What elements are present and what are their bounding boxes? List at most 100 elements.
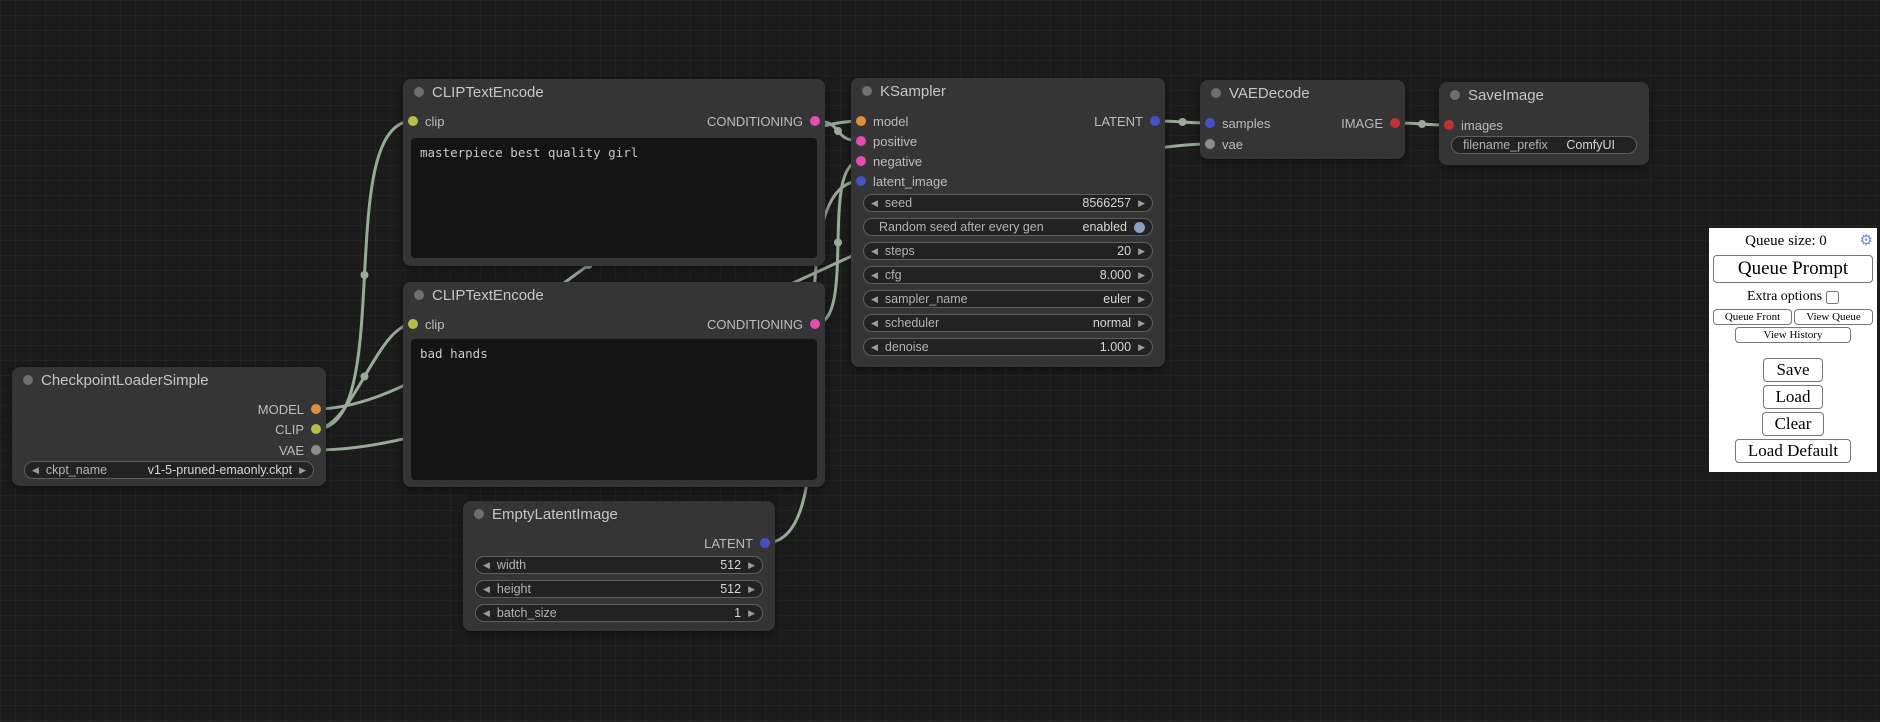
width-widget[interactable]: ◀ width 512 ▶	[475, 556, 763, 574]
extra-options-checkbox[interactable]	[1826, 291, 1839, 304]
node-title-bar[interactable]: KSampler	[851, 78, 1165, 104]
increment-arrow-icon[interactable]: ▶	[748, 609, 755, 618]
random-seed-toggle-widget[interactable]: Random seed after every gen enabled	[863, 218, 1153, 236]
node-title: VAEDecode	[1229, 85, 1310, 102]
latent-port-icon[interactable]	[1150, 116, 1160, 126]
node-save-image[interactable]: SaveImage images filename_prefix ComfyUI	[1439, 82, 1649, 165]
decrement-arrow-icon[interactable]: ◀	[871, 343, 878, 352]
cfg-widget[interactable]: ◀ cfg 8.000 ▶	[863, 266, 1153, 284]
clear-button[interactable]: Clear	[1762, 412, 1825, 436]
increment-arrow-icon[interactable]: ▶	[1138, 295, 1145, 304]
image-port-icon[interactable]	[1444, 120, 1454, 130]
decrement-arrow-icon[interactable]: ◀	[483, 585, 490, 594]
decrement-arrow-icon[interactable]: ◀	[871, 199, 878, 208]
node-title-bar[interactable]: CheckpointLoaderSimple	[12, 367, 326, 393]
node-title-bar[interactable]: CLIPTextEncode	[403, 79, 825, 105]
collapse-dot-icon[interactable]	[1211, 88, 1221, 98]
model-port-icon[interactable]	[856, 116, 866, 126]
increment-arrow-icon[interactable]: ▶	[748, 585, 755, 594]
latent-port-icon[interactable]	[760, 538, 770, 548]
collapse-dot-icon[interactable]	[23, 375, 33, 385]
node-ksampler[interactable]: KSampler model positive negative latent_…	[851, 78, 1165, 367]
collapse-dot-icon[interactable]	[414, 87, 424, 97]
widget-value: 1.000	[936, 340, 1131, 354]
node-checkpoint-loader[interactable]: CheckpointLoaderSimple MODEL CLIP VAE ◀ …	[12, 367, 326, 486]
input-slot-samples: samples	[1205, 113, 1270, 133]
slot-label: CONDITIONING	[707, 317, 803, 332]
input-slot-images: images	[1444, 115, 1503, 135]
increment-arrow-icon[interactable]: ▶	[1138, 343, 1145, 352]
decrement-arrow-icon[interactable]: ◀	[32, 466, 39, 475]
negative-prompt-text-input[interactable]: bad hands	[411, 339, 817, 480]
settings-gear-icon[interactable]: ⚙	[1860, 231, 1873, 250]
decrement-arrow-icon[interactable]: ◀	[871, 247, 878, 256]
batch-size-widget[interactable]: ◀ batch_size 1 ▶	[475, 604, 763, 622]
queue-buttons-row: Queue Front View Queue	[1713, 309, 1873, 325]
ckpt-name-widget[interactable]: ◀ ckpt_name v1-5-pruned-emaonly.ckpt ▶	[24, 461, 314, 479]
collapse-dot-icon[interactable]	[414, 290, 424, 300]
output-slot-latent: LATENT	[1094, 111, 1160, 131]
clip-port-icon[interactable]	[311, 424, 321, 434]
increment-arrow-icon[interactable]: ▶	[1138, 271, 1145, 280]
decrement-arrow-icon[interactable]: ◀	[483, 609, 490, 618]
widget-label: denoise	[885, 340, 929, 354]
load-default-button[interactable]: Load Default	[1735, 439, 1851, 463]
filename-prefix-widget[interactable]: filename_prefix ComfyUI	[1451, 136, 1637, 154]
decrement-arrow-icon[interactable]: ◀	[871, 295, 878, 304]
queue-prompt-button[interactable]: Queue Prompt	[1713, 255, 1873, 283]
node-title: KSampler	[880, 83, 946, 100]
widget-label: filename_prefix	[1463, 138, 1548, 152]
view-history-button[interactable]: View History	[1735, 327, 1850, 343]
clip-port-icon[interactable]	[408, 319, 418, 329]
scheduler-widget[interactable]: ◀ scheduler normal ▶	[863, 314, 1153, 332]
conditioning-port-icon[interactable]	[810, 319, 820, 329]
conditioning-port-icon[interactable]	[856, 156, 866, 166]
denoise-widget[interactable]: ◀ denoise 1.000 ▶	[863, 338, 1153, 356]
increment-arrow-icon[interactable]: ▶	[1138, 247, 1145, 256]
decrement-arrow-icon[interactable]: ◀	[871, 271, 878, 280]
output-slot-conditioning: CONDITIONING	[707, 111, 820, 131]
node-clip-text-encode-negative[interactable]: CLIPTextEncode clip CONDITIONING bad han…	[403, 282, 825, 487]
steps-widget[interactable]: ◀ steps 20 ▶	[863, 242, 1153, 260]
conditioning-port-icon[interactable]	[856, 136, 866, 146]
latent-port-icon[interactable]	[856, 176, 866, 186]
view-queue-button[interactable]: View Queue	[1794, 309, 1873, 325]
output-slot-vae: VAE	[279, 440, 321, 460]
increment-arrow-icon[interactable]: ▶	[1138, 319, 1145, 328]
load-button[interactable]: Load	[1763, 385, 1824, 409]
slot-label: vae	[1222, 137, 1243, 152]
decrement-arrow-icon[interactable]: ◀	[871, 319, 878, 328]
decrement-arrow-icon[interactable]: ◀	[483, 561, 490, 570]
node-title-bar[interactable]: VAEDecode	[1200, 80, 1405, 106]
vae-port-icon[interactable]	[1205, 139, 1215, 149]
widget-value: 512	[533, 558, 741, 572]
slot-label: negative	[873, 154, 922, 169]
collapse-dot-icon[interactable]	[1450, 90, 1460, 100]
increment-arrow-icon[interactable]: ▶	[1138, 199, 1145, 208]
node-clip-text-encode-positive[interactable]: CLIPTextEncode clip CONDITIONING masterp…	[403, 79, 825, 266]
queue-front-button[interactable]: Queue Front	[1713, 309, 1792, 325]
seed-widget[interactable]: ◀ seed 8566257 ▶	[863, 194, 1153, 212]
node-title-bar[interactable]: CLIPTextEncode	[403, 282, 825, 308]
node-title-bar[interactable]: SaveImage	[1439, 82, 1649, 108]
slot-label: LATENT	[704, 536, 753, 551]
node-vae-decode[interactable]: VAEDecode samples vae IMAGE	[1200, 80, 1405, 159]
vae-port-icon[interactable]	[311, 445, 321, 455]
increment-arrow-icon[interactable]: ▶	[748, 561, 755, 570]
model-port-icon[interactable]	[311, 404, 321, 414]
save-button[interactable]: Save	[1763, 358, 1822, 382]
slot-label: clip	[425, 114, 445, 129]
clip-port-icon[interactable]	[408, 116, 418, 126]
collapse-dot-icon[interactable]	[474, 509, 484, 519]
increment-arrow-icon[interactable]: ▶	[299, 466, 306, 475]
node-title-bar[interactable]: EmptyLatentImage	[463, 501, 775, 527]
toggle-on-icon[interactable]	[1134, 222, 1145, 233]
latent-port-icon[interactable]	[1205, 118, 1215, 128]
collapse-dot-icon[interactable]	[862, 86, 872, 96]
conditioning-port-icon[interactable]	[810, 116, 820, 126]
image-port-icon[interactable]	[1390, 118, 1400, 128]
height-widget[interactable]: ◀ height 512 ▶	[475, 580, 763, 598]
positive-prompt-text-input[interactable]: masterpiece best quality girl	[411, 138, 817, 258]
sampler-name-widget[interactable]: ◀ sampler_name euler ▶	[863, 290, 1153, 308]
node-empty-latent-image[interactable]: EmptyLatentImage LATENT ◀ width 512 ▶ ◀ …	[463, 501, 775, 631]
